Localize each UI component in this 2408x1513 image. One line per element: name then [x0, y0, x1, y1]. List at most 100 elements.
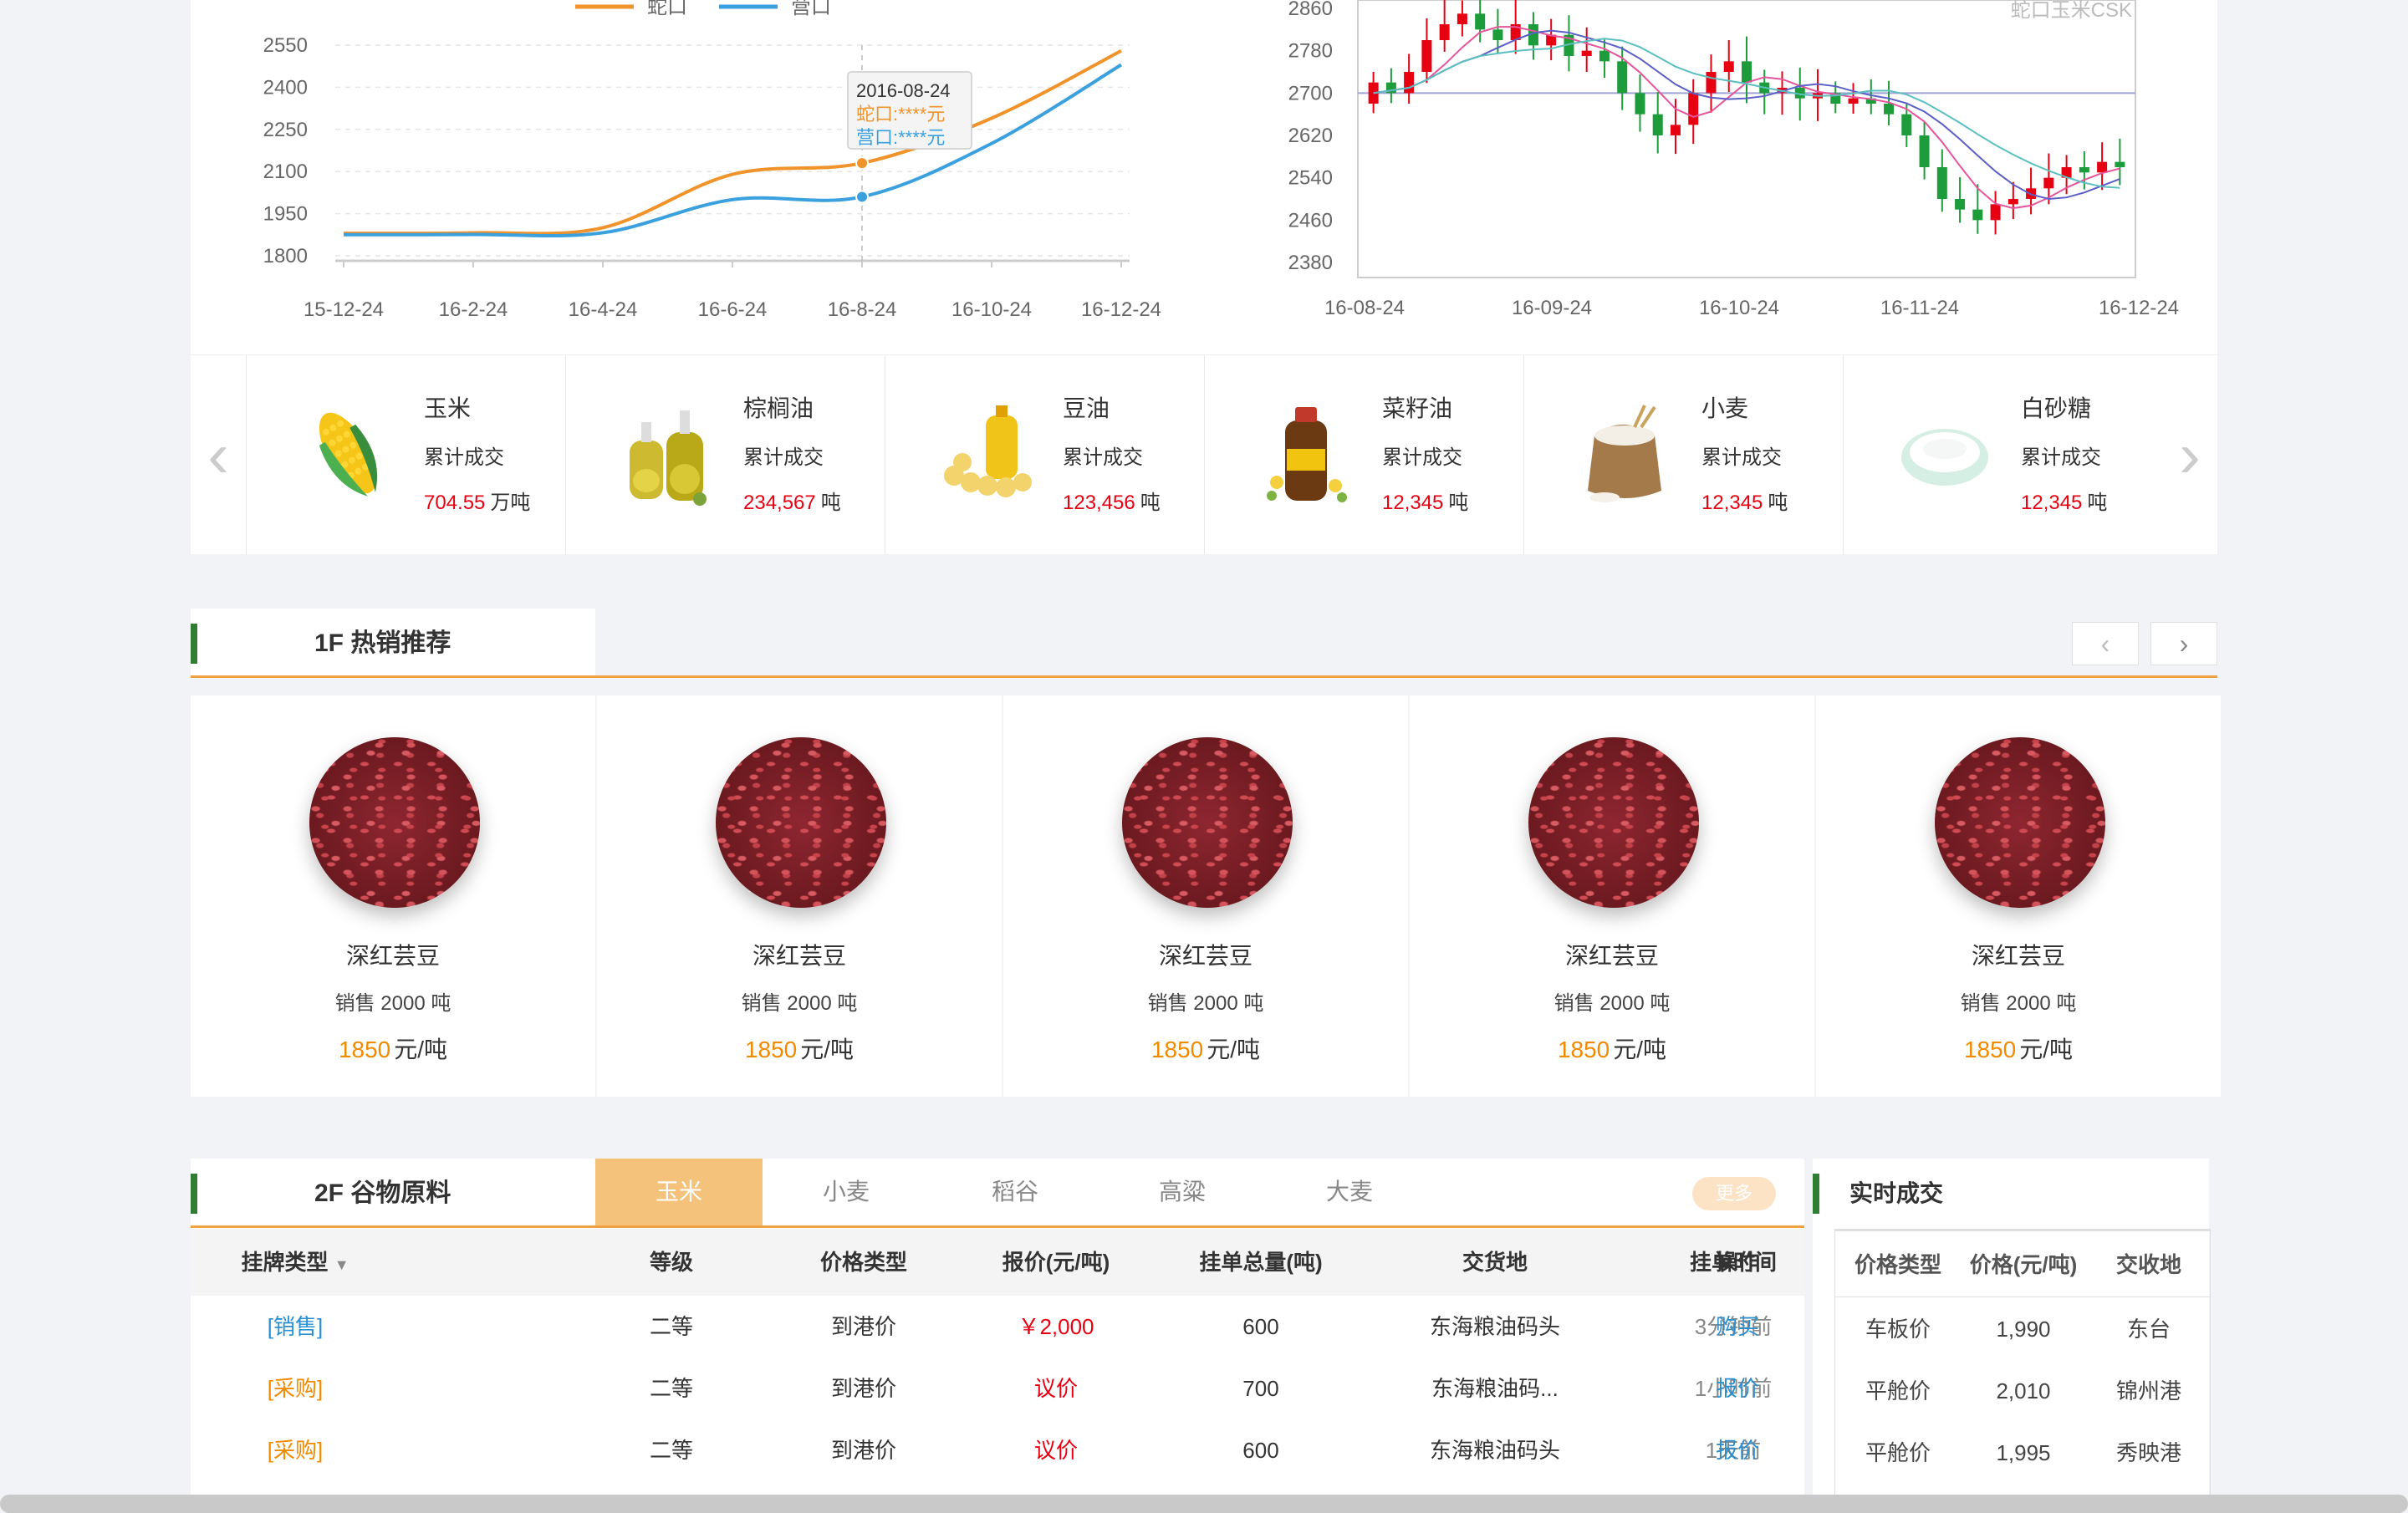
quote-link[interactable]: 报价 [1696, 1419, 1779, 1481]
commodity-name: 白砂糖 [2021, 395, 2092, 421]
commodity-name: 小麦 [1701, 395, 1749, 421]
x-tick-label: 16-4-24 [569, 298, 638, 321]
rt-price-type: 平舱价 [1865, 1440, 1931, 1465]
charts-panel: 2550 2400 2250 2100 1950 1800 15-12-24 16-2-24 1… [191, 0, 2217, 354]
horizontal-scrollbar[interactable] [0, 1495, 2408, 1513]
kline-y-tick-label: 2860 [1288, 0, 1333, 20]
product-name: 深红芸豆 [1158, 943, 1252, 969]
x-tick-label: 16-12-24 [1081, 298, 1161, 321]
table-header: 挂牌类型 ▼ 等级 价格类型 报价(元/吨) 挂单总量(吨) 交货地 挂单时间 [191, 1229, 1804, 1296]
series-line-1 [343, 48, 1122, 236]
realtime-trades-panel: 实时成交 价格类型 价格(元/吨) 交收地 车板价 1,990 东台 平舱价 2… [1813, 1159, 2211, 1508]
section-marker [1813, 1174, 1819, 1214]
prev-arrow-icon[interactable]: ‹ [191, 355, 246, 554]
commodity-name: 玉米 [424, 395, 472, 421]
legend-label-2: 营口 [791, 0, 831, 18]
commodity-card[interactable]: 小麦 累计成交 12,345 吨 [1523, 355, 1844, 554]
red-kidney-bean-image [1528, 737, 1699, 908]
red-kidney-bean-image [1935, 737, 2105, 908]
commodity-card[interactable]: 玉米 累计成交 704.55 万吨 [246, 355, 566, 554]
grade: 二等 [649, 1314, 693, 1339]
soy-icon [944, 405, 1032, 497]
candle-body [1652, 114, 1663, 135]
product-card[interactable]: 深红芸豆 销售 2000 吨 1850 元/吨 [1410, 695, 1814, 1097]
tab-corn[interactable]: 玉米 [595, 1159, 763, 1225]
commodity-label: 累计成交 [1063, 446, 1143, 469]
rt-divider [1835, 1296, 2210, 1297]
quote: 议价 [1033, 1376, 1078, 1401]
tab-wheat[interactable]: 小麦 [763, 1159, 930, 1225]
candle-body [2043, 177, 2054, 189]
listing-type: [销售] [267, 1314, 324, 1339]
oil-bottles-icon [630, 410, 707, 506]
header-listing-type[interactable]: 挂牌类型 ▼ [216, 1229, 375, 1298]
rt-price: 1,990 [1996, 1317, 2051, 1342]
price-charts: 2550 2400 2250 2100 1950 1800 15-12-24 16-2-24 1… [263, 0, 2179, 321]
candle-body [1742, 61, 1752, 83]
header-price-type: 价格类型 [819, 1250, 907, 1275]
kline-x-tick-label: 16-12-24 [2099, 297, 2179, 319]
table-row: [采购] 二等 到港价 议价 700 东海粮油码... 1小时前 [191, 1358, 1804, 1419]
section-title: 1F 热销推荐 [314, 629, 452, 657]
listing-type: [采购] [267, 1438, 324, 1463]
buy-link[interactable]: 购买 [1696, 1296, 1779, 1358]
quote: 议价 [1033, 1438, 1078, 1463]
commodity-card[interactable]: 白砂糖 累计成交 12,345 吨 [1843, 355, 2163, 554]
legend-label-1: 蛇口 [647, 0, 687, 18]
rt-header-price-type: 价格类型 [1854, 1252, 1941, 1277]
x-tick-label: 16-10-24 [951, 298, 1032, 321]
quantity: 600 [1242, 1438, 1279, 1463]
series-point-2 [855, 190, 869, 204]
candle-body [2079, 167, 2089, 173]
quantity: 700 [1242, 1376, 1279, 1401]
series-point-1 [855, 156, 869, 171]
rt-price-type: 车板价 [1865, 1317, 1931, 1342]
kline-watermark: 蛇口玉米CSK [2011, 0, 2132, 22]
commodity-value: 123,456 吨 [1063, 492, 1161, 514]
commodity-strip: ‹ › 玉米 累计成交 704.55 万吨 棕榈油 累计成交 234,567 吨… [191, 354, 2217, 554]
product-price: 1850 元/吨 [744, 1037, 855, 1062]
candle-body [1439, 24, 1450, 40]
product-sales: 销售 2000 吨 [741, 992, 858, 1015]
grade: 二等 [649, 1376, 693, 1401]
commodity-label: 累计成交 [1701, 446, 1782, 469]
quote-link[interactable]: 报价 [1696, 1358, 1779, 1419]
candle-body [1706, 72, 1717, 94]
commodity-value: 234,567 吨 [743, 492, 841, 514]
commodity-value: 12,345 吨 [2021, 492, 2108, 514]
candle-body [1990, 204, 2001, 221]
rapeseed-oil-icon [1267, 407, 1347, 502]
rt-price: 2,010 [1996, 1378, 2051, 1403]
commodity-label: 累计成交 [424, 446, 504, 469]
candle-body [1457, 13, 1467, 24]
next-arrow-icon[interactable]: › [2162, 355, 2217, 554]
candle-body [1848, 98, 1859, 104]
product-card[interactable]: 深红芸豆 销售 2000 吨 1850 元/吨 [1003, 695, 1408, 1097]
commodity-card[interactable]: 棕榈油 累计成交 234,567 吨 [565, 355, 885, 554]
kline-x-tick-label: 16-09-24 [1512, 297, 1592, 319]
tab-barley[interactable]: 大麦 [1266, 1159, 1433, 1225]
quantity: 600 [1242, 1314, 1279, 1339]
commodity-name: 豆油 [1063, 395, 1110, 421]
x-tick-label: 16-6-24 [698, 298, 768, 321]
product-card[interactable]: 深红芸豆 销售 2000 吨 1850 元/吨 [597, 695, 1002, 1097]
product-card[interactable]: 深红芸豆 销售 2000 吨 1850 元/吨 [191, 695, 595, 1097]
next-page-button[interactable]: › [2150, 622, 2217, 665]
candle-body [1972, 209, 1983, 221]
commodity-card[interactable]: 菜籽油 累计成交 12,345 吨 [1204, 355, 1524, 554]
product-price: 1850 元/吨 [338, 1037, 448, 1062]
x-tick-label: 15-12-24 [304, 298, 384, 321]
delivery-place: 东海粮油码... [1431, 1376, 1559, 1401]
more-button[interactable]: 更多 [1692, 1177, 1776, 1210]
sugar-icon [1901, 429, 1988, 486]
commodity-card[interactable]: 豆油 累计成交 123,456 吨 [885, 355, 1205, 554]
tab-rice[interactable]: 稻谷 [931, 1159, 1099, 1225]
tab-sorghum[interactable]: 高粱 [1099, 1159, 1266, 1225]
prev-page-button[interactable]: ‹ [2072, 622, 2139, 665]
realtime-title: 实时成交 [1849, 1180, 1944, 1206]
y-tick-label: 1950 [263, 203, 308, 226]
candle-body [1635, 93, 1645, 115]
product-card[interactable]: 深红芸豆 销售 2000 吨 1850 元/吨 [1816, 695, 2221, 1097]
kline-x-tick-label: 16-10-24 [1699, 297, 1779, 319]
commodity-label: 累计成交 [2021, 446, 2101, 469]
